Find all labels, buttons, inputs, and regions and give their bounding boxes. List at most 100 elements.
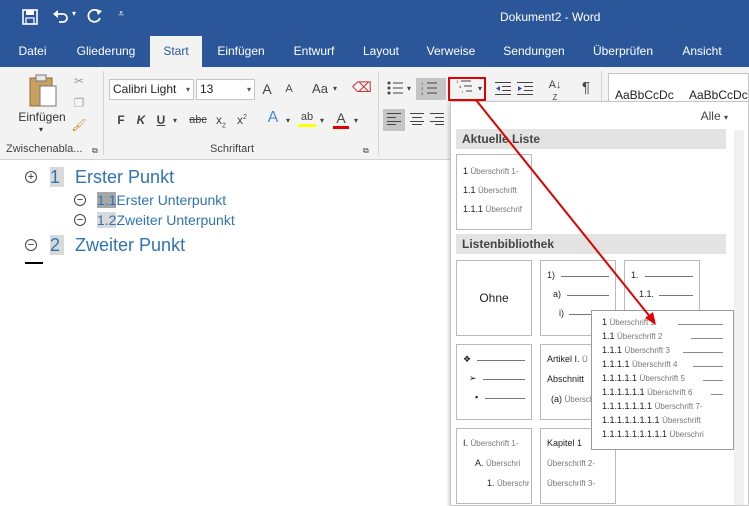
collapse-icon[interactable]: − [74,214,86,226]
tab-gliederung[interactable]: Gliederung [70,36,142,67]
subscript-button[interactable]: x2 [214,113,228,129]
bullets-icon[interactable] [386,81,404,98]
heading-2-item[interactable]: 1.1Erster Unterpunkt [97,192,226,208]
sort-icon[interactable]: A↓ Z [546,79,564,103]
tab-layout[interactable]: Layout [355,36,407,67]
heading-1-item[interactable]: 2 Zweiter Punkt [50,235,185,256]
chevron-down-icon[interactable]: ▾ [352,116,360,125]
format-painter-icon[interactable]: 🖌 [71,118,87,132]
paste-dropdown-icon[interactable]: ▾ [33,125,49,134]
superscript-button[interactable]: x2 [235,113,249,127]
heading-text: Zweiter Punkt [75,235,186,255]
font-color-icon[interactable]: A [333,110,349,129]
tile-line [645,276,693,277]
align-left-icon[interactable] [383,109,405,131]
font-launcher-icon[interactable]: ⧉ [363,146,369,156]
chevron-down-icon: ▾ [185,85,190,94]
scrollbar[interactable] [734,130,744,505]
align-center-icon[interactable] [408,113,426,128]
font-name-combo[interactable]: Calibri Light ▾ [109,79,194,100]
tab-datei[interactable]: Datei [10,36,55,67]
tile-row: Kapitel 1 [547,438,583,448]
tile-row: 1) [547,270,556,280]
numbering-icon[interactable]: 123 [416,78,446,100]
grow-font-button[interactable]: A [260,81,274,97]
filter-dropdown[interactable]: Alle ▾ [701,109,728,123]
chevron-down-icon: ▾ [723,113,728,122]
tile-line [483,379,525,380]
list-number: 1 [50,167,65,187]
italic-button[interactable]: K [134,113,148,127]
bold-button[interactable]: F [114,113,128,127]
shrink-font-button[interactable]: A [283,83,295,95]
tile-row: ➢ [469,373,477,383]
tab-sendungen[interactable]: Sendungen [494,36,574,67]
list-number: 1.2 [97,212,117,228]
group-label-font: Schriftart [210,143,255,155]
text-effects-icon[interactable]: A [264,109,282,127]
align-right-icon[interactable] [428,113,446,128]
chevron-down-icon[interactable]: ▾ [318,116,326,125]
chevron-down-icon[interactable]: ▾ [284,116,292,125]
expand-icon[interactable]: + [25,171,37,183]
tile-row: 1.1.1 Überschrif [463,204,522,214]
copy-icon[interactable]: ❐ [71,96,87,110]
clipboard-paste-icon[interactable] [27,73,59,114]
heading-1-item[interactable]: 1 Erster Punkt [50,167,174,188]
tile-line [659,295,693,296]
strikethrough-button[interactable]: abc [188,114,208,126]
tile-row: i) [559,308,564,318]
tab-ueberpruefen[interactable]: Überprüfen [583,36,663,67]
tile-row: a) [553,289,562,299]
tab-einfuegen[interactable]: Einfügen [210,36,272,67]
text-cursor [25,262,43,264]
tile-row: 1.1 Überschrift [463,185,517,195]
style-sample[interactable]: AaBbCcDc [689,88,748,102]
customize-icon[interactable]: ⩡ [118,8,124,21]
cut-icon[interactable]: ✂ [71,74,87,88]
list-tile-roman[interactable]: I. Überschrift 1- A. Überschri 1. Übersc… [456,428,532,504]
preview-line [691,338,723,339]
tab-verweise[interactable]: Verweise [418,36,484,67]
redo-icon[interactable] [86,8,104,29]
tile-row: A. Überschri [475,458,521,468]
word-window: ▾ ⩡ Dokument2 - Word Datei Gliederung St… [0,0,749,506]
chevron-down-icon[interactable]: ▾ [331,84,339,93]
undo-dropdown-icon[interactable]: ▾ [72,9,76,18]
preview-row: 1.1.1.1.1.1.1.1 Überschrift [602,415,701,425]
collapse-icon[interactable]: − [25,239,37,251]
chevron-down-icon[interactable]: ▾ [405,84,413,93]
save-icon[interactable] [22,9,38,30]
heading-2-item[interactable]: 1.2Zweiter Unterpunkt [97,212,235,228]
list-tile-current[interactable]: 1 Überschrift 1- 1.1 Überschrift 1.1.1 Ü… [456,154,532,230]
tile-line [561,276,609,277]
preview-row: 1.1.1.1.1 Überschrift 5 [602,373,685,383]
tile-row: 1. Überschr [487,478,530,488]
list-tile-none[interactable]: Ohne [456,260,532,336]
highlight-color-icon[interactable]: ab [298,111,316,127]
chevron-down-icon[interactable]: ▾ [171,116,179,125]
change-case-button[interactable]: Aa [310,81,330,96]
list-number: 1.1 [97,192,117,208]
decrease-indent-icon[interactable] [494,81,512,98]
window-title: Dokument2 - Word [500,10,601,24]
clipboard-launcher-icon[interactable]: ⧉ [92,146,98,156]
style-sample[interactable]: AaBbCcDc [615,88,674,102]
paste-button[interactable]: Einfügen [16,110,68,124]
tab-ansicht[interactable]: Ansicht [672,36,732,67]
tile-row: 1.1. [639,289,655,299]
tab-start[interactable]: Start [150,36,202,67]
increase-indent-icon[interactable] [516,81,534,98]
preview-row: 1.1.1.1 Überschrift 4 [602,359,678,369]
show-formatting-button[interactable]: ¶ [578,79,594,96]
undo-icon[interactable] [52,8,70,29]
tab-entwurf[interactable]: Entwurf [285,36,343,67]
clear-formatting-icon[interactable]: ⌫ [352,79,372,96]
collapse-icon[interactable]: − [74,194,86,206]
none-label: Ohne [479,291,509,305]
preview-line [683,352,723,353]
list-tile-bullets[interactable]: ❖ ➢ ▪ [456,344,532,420]
section-header-library: Listenbibliothek [456,234,726,254]
font-size-combo[interactable]: 13 ▾ [196,79,255,100]
underline-button[interactable]: U [154,113,168,127]
